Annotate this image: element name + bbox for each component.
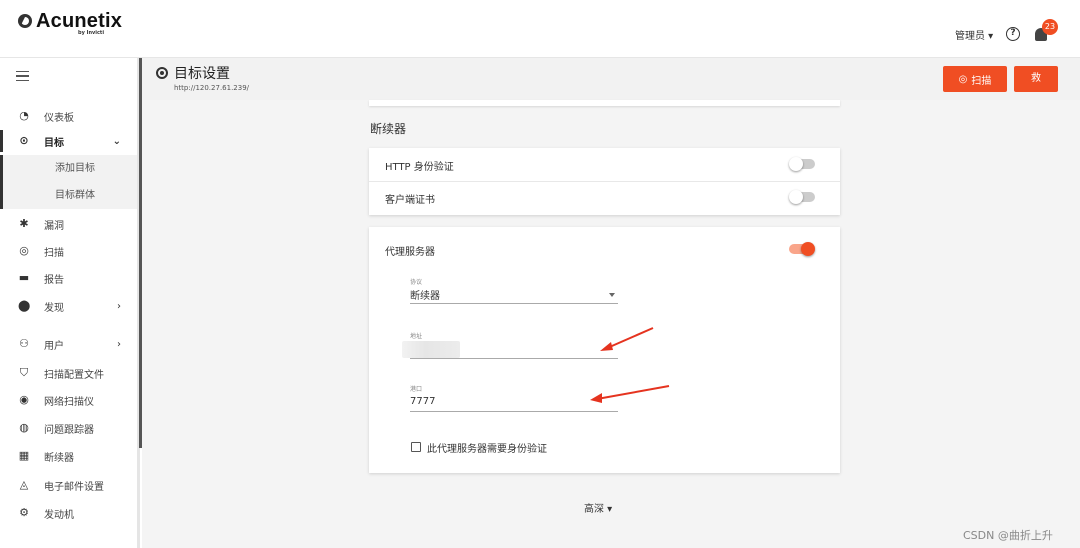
protocol-field-label: 协议 — [410, 279, 423, 286]
sidebar-item-label: 报告 — [44, 274, 64, 286]
sidebar-item-label: 网络扫描仪 — [44, 396, 94, 408]
report-icon: ▬ — [18, 271, 30, 284]
chevron-down-icon: ⌄ — [112, 135, 121, 147]
acunetix-logo-icon — [18, 14, 32, 28]
target-icon: ⊙ — [19, 134, 29, 147]
network-scanner-icon: ◉ — [19, 393, 29, 406]
dashboard-icon: ◔ — [19, 109, 29, 122]
sidebar-subitem-add-target[interactable]: 添加目标 — [0, 155, 137, 182]
address-input[interactable] — [402, 341, 460, 358]
sidebar-item-issue-trackers[interactable]: ◍ 问题跟踪器 — [0, 417, 137, 439]
sidebar-item-label: 发动机 — [44, 509, 74, 521]
sidebar-item-engines[interactable]: ⚙ 发动机 — [0, 502, 137, 524]
client-cert-label: 客户端证书 — [385, 195, 435, 206]
dropdown-caret-icon — [609, 293, 615, 297]
sidebar-item-label: 扫描配置文件 — [44, 369, 104, 381]
watermark: CSDN @曲折上升 — [963, 529, 1053, 542]
proxy-auth-label: 此代理服务器需要身份验证 — [427, 444, 547, 455]
sidebar-item-users[interactable]: ⚇ 用户 › — [0, 333, 137, 355]
annotation-arrow-port — [590, 385, 670, 403]
issue-tracker-icon: ◍ — [19, 421, 29, 434]
sidebar-item-reports[interactable]: ▬ 报告 — [0, 267, 137, 289]
scan-icon: ◎ — [19, 244, 29, 257]
acunetix-logo[interactable]: Acunetix — [18, 10, 122, 33]
sidebar-item-vulnerabilities[interactable]: ✱ 漏洞 — [0, 213, 137, 235]
scan-button[interactable]: ◎ 扫描 — [943, 66, 1007, 92]
sidebar-item-label: 问题跟踪器 — [44, 424, 94, 436]
client-cert-toggle[interactable] — [789, 190, 815, 204]
sidebar-item-label: 扫描 — [44, 247, 64, 259]
top-bar: Acunetix by Invicti 管理员 ▾ ? 23 — [0, 0, 1080, 58]
target-icon — [156, 67, 168, 79]
sidebar-item-targets[interactable]: ⊙ 目标 ⌄ — [0, 130, 137, 152]
bell-icon: ◬ — [19, 478, 29, 491]
sidebar-item-dashboard[interactable]: ◔ 仪表板 — [0, 105, 137, 127]
advanced-toggle[interactable]: 高深 ▾ — [584, 500, 612, 515]
http-auth-label: HTTP 身份验证 — [385, 162, 454, 173]
proxy-auth-checkbox[interactable] — [411, 442, 421, 452]
save-button[interactable]: 救 — [1014, 66, 1058, 92]
proxy-server-label: 代理服务器 — [385, 247, 435, 258]
port-underline — [410, 411, 618, 412]
target-url: http://120.27.61.239/ — [174, 84, 250, 92]
sidebar-item-label: 漏洞 — [44, 220, 64, 232]
toggle-knob — [801, 242, 815, 256]
protocol-underline — [410, 303, 618, 304]
compass-icon: ⬤ — [18, 299, 31, 312]
page-header: 目标设置 http://120.27.61.239/ ◎ 扫描 救 — [142, 58, 1080, 100]
toggle-knob — [789, 157, 803, 171]
engine-icon: ⚙ — [19, 506, 29, 519]
sidebar-item-label: 仪表板 — [44, 112, 74, 124]
sidebar-item-proxy[interactable]: ▦ 断续器 — [0, 445, 137, 467]
users-icon: ⚇ — [19, 337, 29, 350]
scan-icon: ◎ — [958, 73, 968, 85]
annotation-arrow-address — [600, 327, 654, 351]
chevron-right-icon: › — [117, 338, 121, 350]
shield-icon: ⛉ — [19, 366, 29, 379]
user-menu[interactable]: 管理员 ▾ — [955, 27, 993, 42]
sidebar-item-email-settings[interactable]: ◬ 电子邮件设置 — [0, 474, 137, 496]
sidebar-subitem-target-groups[interactable]: 目标群体 — [0, 182, 137, 209]
sidebar-item-scan-profiles[interactable]: ⛉ 扫描配置文件 — [0, 362, 137, 384]
help-icon[interactable]: ? — [1006, 27, 1020, 41]
port-field-label: 港口 — [410, 386, 423, 393]
auth-card: HTTP 身份验证 客户端证书 — [369, 148, 840, 215]
divider — [369, 181, 840, 182]
sidebar-item-label: 电子邮件设置 — [44, 481, 104, 493]
bug-icon: ✱ — [19, 217, 29, 230]
main-content: 断续器 HTTP 身份验证 客户端证书 代理服务器 协议 断续器 地址 港口 7… — [142, 100, 1080, 548]
proxy-icon: ▦ — [18, 449, 30, 462]
brand-subtitle: by Invicti — [78, 30, 105, 36]
page-title: 目标设置 — [174, 66, 230, 82]
section-title: 断续器 — [370, 122, 407, 136]
protocol-select[interactable]: 断续器 — [410, 287, 440, 302]
chevron-right-icon: › — [117, 300, 121, 312]
previous-card-edge — [369, 100, 840, 106]
proxy-server-toggle[interactable] — [789, 242, 815, 256]
sidebar: ◔ 仪表板 ⊙ 目标 ⌄ 添加目标 目标群体 ✱ 漏洞 ◎ 扫描 ▬ 报告 ⬤ … — [0, 58, 140, 548]
http-auth-toggle[interactable] — [789, 157, 815, 171]
hamburger-menu-icon[interactable] — [16, 71, 29, 81]
port-input[interactable]: 7777 — [410, 396, 435, 407]
sidebar-item-network-scanner[interactable]: ◉ 网络扫描仪 — [0, 389, 137, 411]
sidebar-item-label: 发现 — [44, 302, 64, 314]
sidebar-item-label: 目标 — [44, 137, 64, 149]
scan-button-label: 扫描 — [971, 75, 992, 87]
address-underline — [410, 358, 618, 359]
sidebar-item-scans[interactable]: ◎ 扫描 — [0, 240, 137, 262]
sidebar-item-label: 断续器 — [44, 452, 74, 464]
sidebar-item-label: 用户 — [44, 340, 64, 352]
address-field-label: 地址 — [410, 333, 423, 340]
toggle-knob — [789, 190, 803, 204]
notification-badge: 23 — [1042, 19, 1058, 35]
sidebar-item-discovery[interactable]: ⬤ 发现 › — [0, 295, 137, 317]
